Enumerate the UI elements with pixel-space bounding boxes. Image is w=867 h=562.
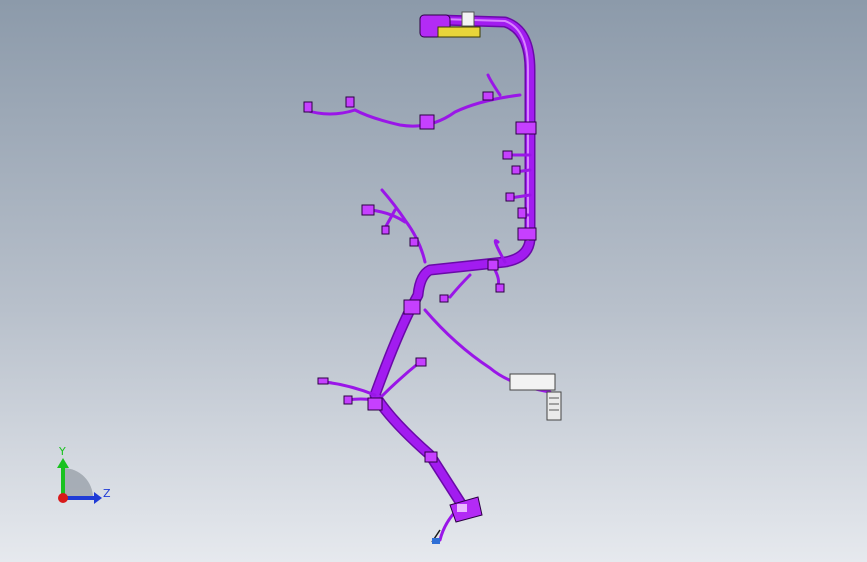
triad-quadrant <box>63 468 93 498</box>
z-axis-arrowhead <box>94 492 102 504</box>
harness-branches <box>303 73 552 542</box>
axis-triad: Y Z <box>57 445 111 504</box>
x-axis-dot <box>58 493 68 503</box>
y-axis-label: Y <box>58 445 66 458</box>
z-axis-label: Z <box>103 487 111 500</box>
y-axis-arrowhead <box>57 458 69 468</box>
main-trunk <box>369 14 536 511</box>
relay-box[interactable] <box>509 373 562 421</box>
harness-model[interactable]: Y Z <box>0 0 867 562</box>
cad-viewport[interactable]: Y Z <box>0 0 867 562</box>
